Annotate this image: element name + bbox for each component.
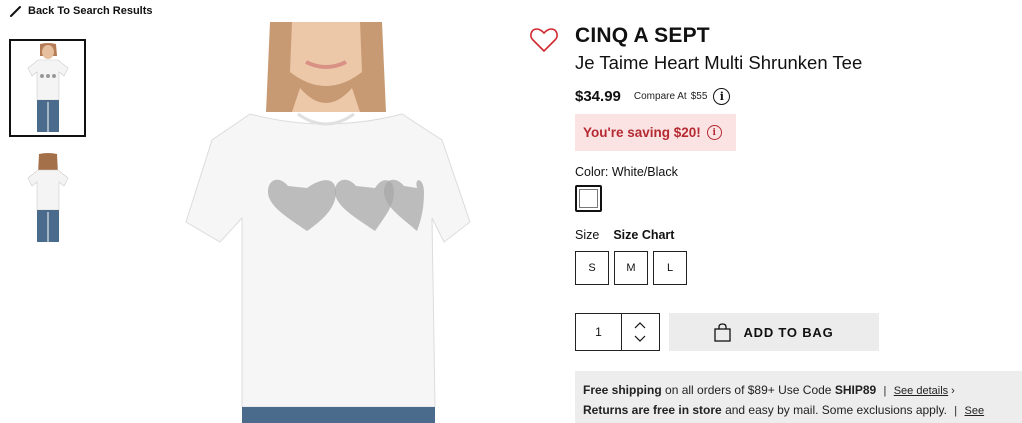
savings-text: You're saving $20! (583, 125, 701, 140)
free-shipping-label: Free shipping (583, 383, 662, 397)
add-to-bag-button[interactable]: ADD TO BAG (669, 313, 879, 351)
returns-line: Returns are free in store and easy by ma… (583, 401, 1014, 423)
thumbnail-list (9, 39, 86, 259)
shipping-code: SHIP89 (834, 383, 877, 397)
heart-outline-icon[interactable] (530, 27, 558, 53)
quantity-increase-button[interactable] (634, 321, 646, 329)
free-shipping-text: on all orders of $89+ Use Code (665, 383, 832, 397)
size-option-m[interactable]: M (614, 251, 648, 285)
product-info: CINQ A SEPT Je Taime Heart Multi Shrunke… (575, 24, 1015, 351)
tee-model-image (185, 22, 471, 423)
returns-text: and easy by mail. Some exclusions apply. (725, 403, 947, 417)
color-value: White/Black (611, 165, 678, 179)
product-price: $34.99 (575, 88, 621, 105)
size-option-s[interactable]: S (575, 251, 609, 285)
size-label: Size (575, 228, 600, 242)
info-icon[interactable]: i (713, 88, 731, 105)
product-main-image[interactable] (180, 22, 472, 423)
shipping-line: Free shipping on all orders of $89+ Use … (583, 381, 1014, 401)
product-brand: CINQ A SEPT (575, 24, 710, 47)
pencil-icon (10, 6, 21, 17)
quantity-stepper: 1 (575, 313, 660, 351)
size-option-l[interactable]: L (653, 251, 687, 285)
size-options: S M L (575, 251, 1015, 285)
add-to-bag-label: ADD TO BAG (743, 324, 834, 340)
returns-label: Returns are free in store (583, 403, 722, 417)
back-to-search-link[interactable]: Back To Search Results (10, 5, 153, 17)
price-row: $34.99 Compare At $55 i (575, 88, 1015, 105)
thumbnail-back[interactable] (9, 149, 86, 247)
back-link-label: Back To Search Results (28, 5, 153, 17)
bag-icon (714, 322, 732, 342)
quantity-step-controls (620, 314, 659, 350)
compare-at-label: Compare At (633, 91, 687, 102)
shipping-details-link[interactable]: See details (894, 385, 948, 397)
quantity-decrease-button[interactable] (634, 335, 646, 343)
color-label: Color: (575, 165, 609, 179)
thumbnail-front[interactable] (9, 39, 86, 137)
info-icon[interactable]: i (706, 125, 722, 140)
savings-badge: You're saving $20! i (575, 114, 736, 151)
divider: | (883, 385, 887, 397)
cart-row: 1 ADD TO BAG (575, 313, 1015, 351)
chevron-right-icon: › (951, 385, 955, 397)
color-row: Color: White/Black (575, 165, 1015, 179)
product-title: Je Taime Heart Multi Shrunken Tee (575, 52, 863, 73)
size-chart-link[interactable]: Size Chart (613, 228, 674, 242)
divider: | (954, 405, 958, 417)
color-swatch-white-black[interactable] (575, 185, 602, 212)
tee-back-image (27, 153, 68, 242)
quantity-input[interactable]: 1 (576, 314, 621, 350)
chevron-up-icon (635, 322, 646, 329)
size-row: Size Size Chart (575, 228, 1015, 242)
tee-front-image (27, 43, 68, 132)
chevron-down-icon (635, 335, 646, 342)
swatch-fill (579, 189, 598, 208)
compare-at-value: $55 (690, 91, 708, 102)
shipping-info-banner: Free shipping on all orders of $89+ Use … (575, 371, 1022, 423)
